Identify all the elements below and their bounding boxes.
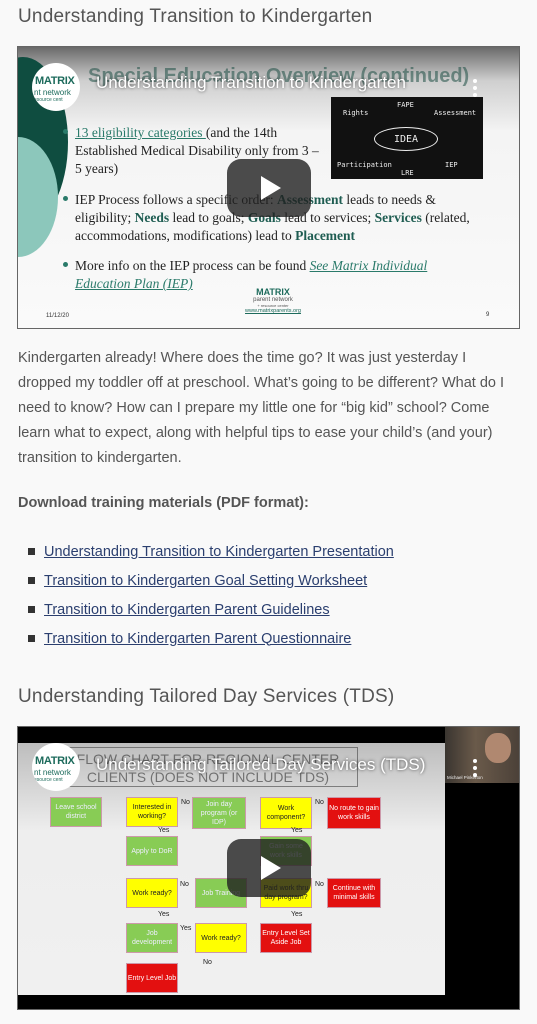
slide-footer-logo: MATRIX parent network + resource center …	[245, 287, 301, 314]
more-options-icon[interactable]	[473, 759, 477, 780]
bullet-square-icon	[28, 548, 35, 555]
video-title[interactable]: Understanding Tailored Day Services (TDS…	[96, 755, 425, 775]
slide-page-number: 9	[486, 312, 490, 318]
flow-node: Job development	[126, 923, 178, 953]
flow-node: Work ready?	[195, 923, 247, 953]
bullet-square-icon	[28, 606, 35, 613]
bullet-square-icon	[28, 577, 35, 584]
flow-node: Work component?	[260, 797, 312, 829]
flow-node: No route to gain work skills	[327, 797, 381, 829]
section-heading-kindergarten: Understanding Transition to Kindergarten	[18, 6, 373, 27]
video-player-tds[interactable]: FLOW CHART FOR REGIONAL CENTER CLIENTS (…	[17, 726, 520, 1010]
slide-date: 11/12/20	[46, 313, 69, 319]
flow-node: Work ready?	[126, 878, 178, 908]
channel-logo[interactable]: MATRIX nt network esource cent	[32, 63, 80, 111]
flow-node: Entry Level Set Aside Job	[260, 923, 312, 953]
flow-node: Continue with minimal skills	[327, 878, 381, 908]
channel-logo[interactable]: MATRIX nt network esource cent	[32, 743, 80, 791]
download-link-parent-questionnaire[interactable]: Transition to Kindergarten Parent Questi…	[44, 631, 351, 647]
flow-node: Leave school district	[50, 797, 102, 827]
list-item: Understanding Transition to Kindergarten…	[28, 537, 394, 566]
section-description: Kindergarten already! Where does the tim…	[18, 350, 505, 466]
section-heading-tds: Understanding Tailored Day Services (TDS…	[18, 686, 395, 707]
video-player-kindergarten[interactable]: Special Education Overview (continued) R…	[17, 46, 520, 329]
flow-node: Apply to DoR	[126, 836, 178, 866]
list-item: Transition to Kindergarten Parent Questi…	[28, 624, 394, 653]
presenter-webcam: Michael Pinkerton	[445, 727, 519, 783]
flow-node: Join day program (or IDP)	[192, 797, 246, 829]
download-link-goal-worksheet[interactable]: Transition to Kindergarten Goal Setting …	[44, 573, 367, 589]
download-link-presentation[interactable]: Understanding Transition to Kindergarten…	[44, 544, 394, 560]
more-options-icon[interactable]	[473, 79, 477, 100]
download-link-parent-guidelines[interactable]: Transition to Kindergarten Parent Guidel…	[44, 602, 330, 618]
flow-node: Entry Level Job	[126, 963, 178, 993]
download-list: Understanding Transition to Kindergarten…	[28, 537, 394, 653]
presenter-face	[485, 733, 511, 763]
downloads-label: Download training materials (PDF format)…	[18, 495, 309, 511]
play-button-icon[interactable]	[227, 839, 311, 897]
video-title[interactable]: Understanding Transition to Kindergarten	[96, 73, 406, 93]
play-button-icon[interactable]	[227, 159, 311, 217]
presenter-name: Michael Pinkerton	[447, 775, 483, 780]
list-item: Transition to Kindergarten Parent Guidel…	[28, 595, 394, 624]
bullet-square-icon	[28, 635, 35, 642]
list-item: Transition to Kindergarten Goal Setting …	[28, 566, 394, 595]
idea-diagram: Rights FAPE Assessment Participation LRE…	[331, 97, 483, 179]
flow-node: Interested in working?	[126, 797, 178, 827]
